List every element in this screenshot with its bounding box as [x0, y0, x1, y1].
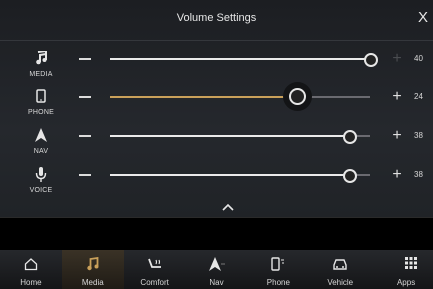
slider-knob[interactable] [343, 169, 358, 183]
slider-row-voice: VOICE + 38 [0, 167, 433, 205]
nav-item-comfort[interactable]: Comfort [124, 250, 186, 289]
slider-label: NAV [33, 148, 49, 155]
decrease-voice-button[interactable] [79, 174, 91, 176]
car-icon [333, 259, 347, 270]
close-button[interactable]: X [415, 8, 431, 28]
slider-fill [110, 58, 370, 60]
navigation-arrow-icon [208, 257, 225, 271]
volume-settings-panel: Volume Settings X MEDIA + 40 PHONE + 24 [0, 0, 433, 217]
header: Volume Settings X [0, 0, 433, 41]
media-volume-slider[interactable] [110, 53, 378, 67]
slider-knob[interactable] [364, 53, 378, 67]
nav-label: Phone [266, 278, 290, 287]
seat-heat-icon [147, 258, 161, 268]
collapse-chevron-up-icon[interactable] [221, 199, 235, 211]
nav-item-apps[interactable]: Apps [371, 250, 433, 289]
nav-item-home[interactable]: Home [0, 250, 62, 289]
slider-value: 38 [414, 170, 423, 179]
slider-value: 38 [414, 131, 423, 140]
slider-label: PHONE [28, 109, 54, 116]
nav-label: Apps [396, 278, 416, 287]
increase-phone-button[interactable]: + [391, 89, 403, 105]
slider-fill [110, 135, 350, 137]
increase-media-button[interactable]: + [391, 51, 403, 67]
phone-icon [271, 257, 285, 271]
music-note-icon [87, 257, 99, 271]
page-title: Volume Settings [176, 12, 257, 24]
slider-knob[interactable] [289, 88, 307, 105]
microphone-icon [29, 167, 53, 185]
home-icon [24, 258, 38, 271]
slider-fill [110, 96, 298, 98]
slider-value: 24 [414, 92, 423, 101]
decrease-nav-button[interactable] [79, 135, 91, 137]
voice-volume-slider[interactable] [110, 169, 370, 183]
slider-label: VOICE [29, 187, 53, 194]
slider-fill [110, 174, 350, 176]
nav-item-media[interactable]: Media [61, 250, 124, 289]
nav-label: Comfort [140, 278, 169, 287]
decrease-phone-button[interactable] [79, 96, 91, 98]
phone-icon [29, 89, 53, 107]
music-note-icon [29, 51, 53, 69]
slider-row-phone: PHONE + 24 [0, 88, 433, 127]
slider-row-nav: NAV + 38 [0, 128, 433, 166]
divider [0, 217, 433, 218]
nav-item-vehicle[interactable]: Vehicle [309, 250, 371, 289]
nav-item-phone[interactable]: Phone [247, 250, 309, 289]
nav-label: Media [81, 278, 104, 287]
nav-item-nav[interactable]: Nav [186, 250, 248, 289]
slider-row-media: MEDIA + 40 [0, 51, 433, 89]
decrease-media-button[interactable] [79, 58, 91, 60]
nav-label: Vehicle [327, 278, 354, 287]
increase-voice-button[interactable]: + [391, 167, 403, 183]
slider-label: MEDIA [29, 71, 53, 78]
apps-grid-icon [405, 257, 418, 269]
nav-volume-slider[interactable] [110, 130, 370, 144]
slider-value: 40 [414, 54, 423, 63]
increase-nav-button[interactable]: + [391, 128, 403, 144]
bottom-nav-bar: Home Media Comfort Nav Phone Vehicle App… [0, 250, 433, 289]
slider-knob[interactable] [343, 130, 358, 144]
nav-label: Nav [209, 278, 224, 287]
phone-volume-slider[interactable] [110, 88, 370, 105]
navigation-arrow-icon [29, 128, 53, 146]
nav-label: Home [20, 278, 42, 287]
